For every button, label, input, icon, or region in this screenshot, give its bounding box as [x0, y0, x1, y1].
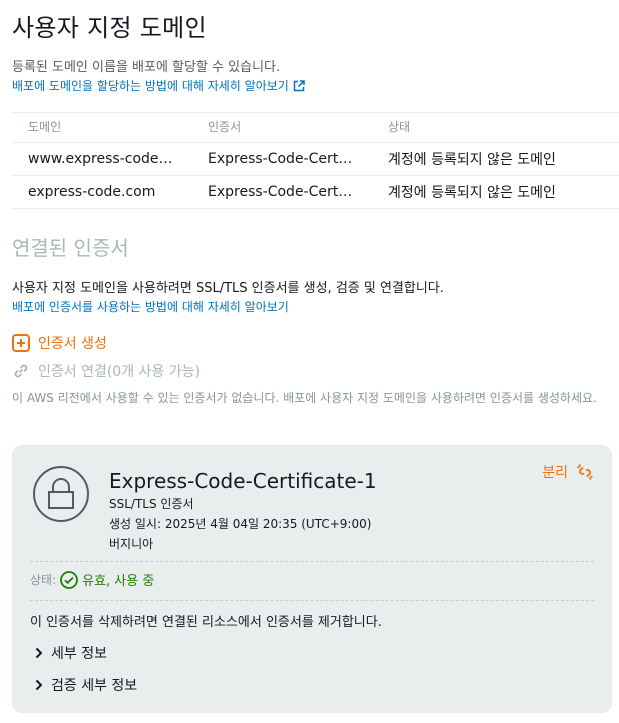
certificate-cell: Express-Code-Certi… [192, 175, 372, 209]
table-row: www.express-code.c… Express-Code-Certi… … [12, 142, 619, 176]
attach-certificate-button[interactable]: 인증서 연결(0개 사용 가능) [12, 361, 200, 381]
table-row: express-code.com Express-Code-Certi… 계정에… [12, 175, 619, 209]
divider [30, 561, 594, 562]
chevron-right-icon [35, 647, 43, 659]
domains-table: 도메인 인증서 상태 www.express-code.c… Express-C… [12, 112, 619, 209]
page-description: 등록된 도메인 이름을 배포에 할당할 수 있습니다. [12, 60, 281, 75]
learn-more-certificates-link[interactable]: 배포에 인증서를 사용하는 방법에 대해 자세히 알아보기 [12, 298, 289, 315]
status-row: 상태: 유효, 사용 중 [30, 570, 154, 589]
unlink-icon [577, 464, 593, 480]
link-icon [14, 364, 28, 378]
attached-certificates-title: 연결된 인증서 [12, 236, 129, 260]
delete-note: 이 인증서를 삭제하려면 연결된 리소스에서 인증서를 제거합니다. [30, 615, 382, 630]
certificate-created-date: 생성 일시: 2025년 4월 04일 20:35 (UTC+9:00) [109, 517, 372, 531]
details-label: 세부 정보 [51, 646, 107, 662]
page-title: 사용자 지정 도메인 [12, 14, 207, 42]
no-certificates-note: 이 AWS 리전에서 사용할 수 있는 인증서가 없습니다. 배포에 사용자 지… [12, 391, 597, 405]
column-header-certificate[interactable]: 인증서 [192, 112, 372, 143]
learn-more-domains-link[interactable]: 배포에 도메인을 할당하는 방법에 대해 자세히 알아보기 [12, 77, 305, 94]
table-header-row: 도메인 인증서 상태 [12, 112, 619, 143]
check-circle-icon [60, 570, 79, 589]
certificate-region: 버지니아 [109, 537, 154, 551]
validation-details-label: 검증 세부 정보 [51, 678, 138, 694]
status-label: 상태: [30, 573, 57, 587]
plus-square-icon [12, 334, 30, 352]
lock-icon [33, 466, 89, 522]
certificate-cell: Express-Code-Certi… [192, 142, 372, 176]
detach-button[interactable]: 분리 [542, 462, 594, 482]
column-header-domain[interactable]: 도메인 [12, 112, 192, 143]
detach-label: 분리 [542, 465, 568, 481]
certificate-type: SSL/TLS 인증서 [109, 497, 194, 511]
column-header-status[interactable]: 상태 [372, 112, 619, 143]
divider [30, 600, 594, 601]
external-link-icon [293, 79, 305, 91]
chevron-right-icon [35, 679, 43, 691]
certificate-name: Express-Code-Certificate-1 [109, 469, 377, 493]
status-value: 유효, 사용 중 [82, 574, 155, 589]
domain-cell: www.express-code.c… [12, 142, 192, 176]
learn-more-domains-label[interactable]: 배포에 도메인을 할당하는 방법에 대해 자세히 알아보기 [12, 77, 289, 94]
status-cell: 계정에 등록되지 않은 도메인 [372, 142, 619, 176]
certificates-description: 사용자 지정 도메인을 사용하려면 SSL/TLS 인증서를 생성, 검증 및 … [12, 281, 444, 296]
status-cell: 계정에 등록되지 않은 도메인 [372, 175, 619, 209]
create-certificate-label: 인증서 생성 [38, 336, 107, 352]
validation-details-expander[interactable]: 검증 세부 정보 [34, 675, 137, 695]
certificate-card: Express-Code-Certificate-1 SSL/TLS 인증서 생… [12, 445, 612, 713]
create-certificate-button[interactable]: 인증서 생성 [12, 333, 107, 353]
details-expander[interactable]: 세부 정보 [34, 643, 107, 663]
domain-cell: express-code.com [12, 175, 192, 209]
attach-certificate-label: 인증서 연결(0개 사용 가능) [38, 364, 200, 380]
